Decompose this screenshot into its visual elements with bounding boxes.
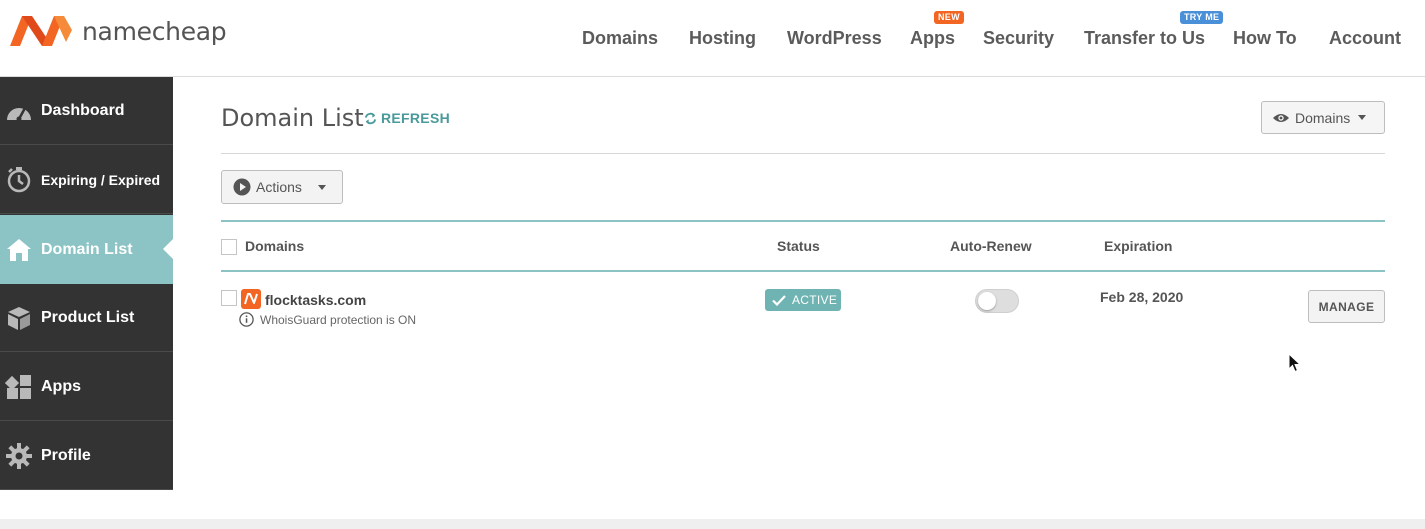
gear-icon (4, 441, 34, 471)
main-nav: Domains Hosting WordPress NEW Apps Secur… (0, 0, 1425, 77)
nav-apps-label: Apps (910, 28, 955, 48)
play-circle-icon (233, 178, 251, 196)
nav-apps[interactable]: NEW Apps (910, 11, 964, 49)
nav-transfer-to-us[interactable]: TRY ME Transfer to Us (1084, 11, 1224, 49)
nav-how-to[interactable]: How To (1233, 27, 1297, 49)
page-title: Domain List (221, 104, 364, 132)
sidebar-item-profile[interactable]: Profile (0, 422, 173, 490)
check-icon (772, 294, 786, 306)
sidebar: Dashboard Expiring / Expired Domain List… (0, 77, 173, 490)
eye-icon (1273, 113, 1289, 122)
view-filter-dropdown[interactable]: Domains (1261, 101, 1385, 134)
refresh-icon (364, 112, 377, 124)
sidebar-item-expiring-expired[interactable]: Expiring / Expired (0, 146, 173, 214)
expiration-date: Feb 28, 2020 (1100, 289, 1184, 305)
box-icon (4, 303, 34, 333)
apps-grid-icon (4, 372, 34, 402)
divider (221, 153, 1385, 154)
active-indicator (163, 239, 173, 259)
sidebar-label-product-list: Product List (41, 308, 135, 326)
sidebar-label-expiring: Expiring / Expired (41, 171, 161, 188)
footer-strip (0, 519, 1425, 529)
stopwatch-icon (4, 165, 34, 195)
column-header-expiration[interactable]: Expiration (1104, 238, 1172, 254)
column-header-status[interactable]: Status (777, 238, 820, 254)
actions-dropdown[interactable]: Actions (221, 170, 343, 204)
nav-account[interactable]: Account (1329, 27, 1401, 49)
info-icon (239, 312, 254, 327)
column-header-auto-renew[interactable]: Auto-Renew (950, 238, 1032, 254)
speedometer-icon (4, 96, 34, 126)
domain-name-link[interactable]: flocktasks.com (265, 292, 366, 308)
sidebar-label-profile: Profile (41, 446, 91, 464)
toggle-knob (978, 292, 996, 310)
chevron-down-icon (317, 184, 326, 190)
whoisguard-note: WhoisGuard protection is ON (239, 312, 416, 327)
chevron-down-icon (1358, 115, 1367, 120)
table-header-border (221, 270, 1385, 272)
view-filter-label: Domains (1295, 109, 1351, 126)
column-header-domains[interactable]: Domains (245, 238, 304, 254)
sidebar-label-apps: Apps (41, 377, 81, 395)
status-badge: ACTIVE (765, 289, 841, 311)
home-icon (4, 235, 34, 265)
table-header-border (221, 220, 1385, 222)
nav-hosting[interactable]: Hosting (689, 27, 756, 49)
refresh-button[interactable]: REFRESH (364, 110, 450, 126)
refresh-label: REFRESH (381, 110, 450, 126)
sidebar-item-domain-list[interactable]: Domain List (0, 215, 173, 284)
new-badge: NEW (934, 11, 964, 24)
row-checkbox[interactable] (221, 290, 237, 306)
namecheap-domain-icon (241, 289, 261, 309)
select-all-checkbox[interactable] (221, 239, 237, 255)
manage-button[interactable]: MANAGE (1308, 290, 1385, 323)
nav-transfer-label: Transfer to Us (1084, 28, 1206, 48)
nav-domains[interactable]: Domains (582, 27, 658, 49)
actions-label: Actions (256, 179, 302, 195)
sidebar-item-dashboard[interactable]: Dashboard (0, 77, 173, 145)
mouse-cursor-icon (1288, 353, 1301, 373)
whoisguard-text: WhoisGuard protection is ON (260, 312, 417, 327)
auto-renew-toggle[interactable] (975, 289, 1019, 313)
try-me-badge: TRY ME (1180, 11, 1224, 24)
status-text: ACTIVE (792, 293, 838, 307)
nav-wordpress[interactable]: WordPress (787, 27, 882, 49)
sidebar-item-product-list[interactable]: Product List (0, 284, 173, 352)
sidebar-label-dashboard: Dashboard (41, 101, 125, 119)
sidebar-label-domain-list: Domain List (41, 240, 133, 258)
nav-security[interactable]: Security (983, 27, 1054, 49)
sidebar-item-apps[interactable]: Apps (0, 353, 173, 421)
top-header: namecheap Domains Hosting WordPress NEW … (0, 0, 1425, 77)
